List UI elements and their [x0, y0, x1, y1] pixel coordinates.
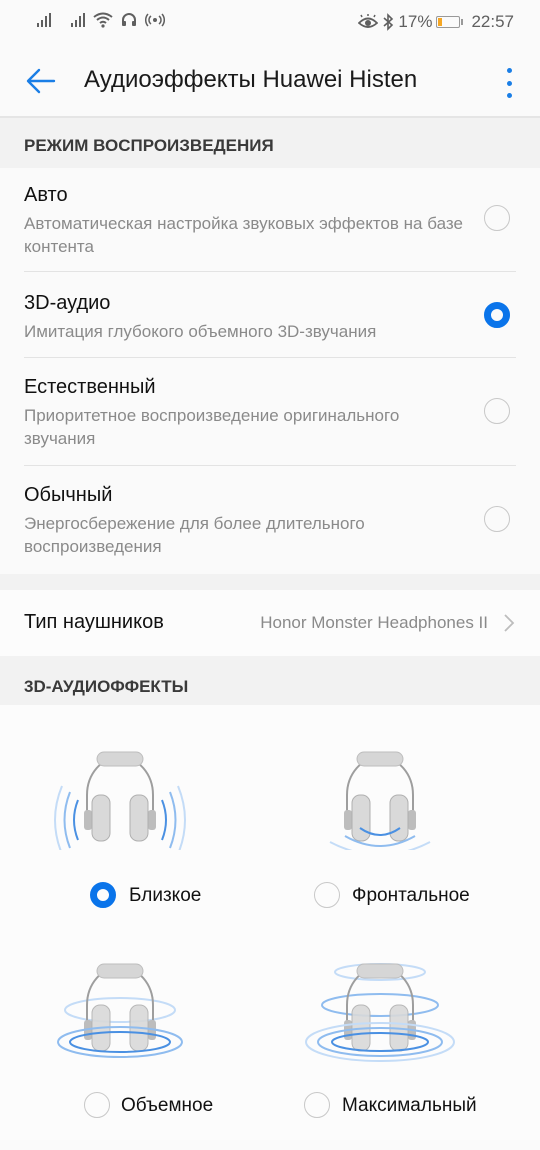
option-normal[interactable]: Обычный Энергосбережение для более длите… [0, 466, 540, 574]
page-title: Аудиоэффекты Huawei Histen [84, 66, 418, 93]
headphones-max-icon [305, 963, 455, 1062]
headphone-type-label: Тип наушников [24, 611, 164, 633]
option-title: Обычный [24, 484, 113, 506]
hotspot-icon [145, 13, 165, 27]
headphones-near-icon [54, 751, 186, 850]
section-header-3d-effects: 3D-АУДИОФФЕКТЫ [0, 656, 540, 705]
signal-icon [71, 13, 85, 27]
eye-comfort-icon [358, 14, 379, 28]
effect-near[interactable]: Близкое [40, 740, 260, 940]
effect-surround[interactable]: Объемное [40, 950, 260, 1150]
effects-grid: Близкое Фронтальное Объемное Максимальны… [0, 705, 540, 1140]
option-description: Энергосбережение для более длительного в… [24, 514, 365, 556]
section-header-playback-mode: РЕЖИМ ВОСПРОИЗВЕДЕНИЯ [0, 118, 540, 168]
option-title: Естественный [24, 376, 156, 398]
option-title: 3D-аудио [24, 292, 111, 314]
battery-fill [438, 18, 443, 26]
section-gap [0, 574, 540, 590]
option-description: Приоритетное воспроизведение оригинально… [24, 406, 400, 448]
radio-natural[interactable] [484, 398, 510, 424]
arrow-left-icon[interactable] [24, 64, 58, 98]
headphones-surround-icon [57, 963, 183, 1058]
option-natural[interactable]: Естественный Приоритетное воспроизведени… [0, 358, 540, 464]
radio-front[interactable] [314, 882, 340, 908]
radio-normal[interactable] [484, 506, 510, 532]
option-auto[interactable]: Авто Автоматическая настройка звуковых э… [0, 168, 540, 271]
effect-label: Максимальный [342, 1095, 477, 1116]
status-left [37, 12, 165, 28]
status-bar: 17% 22:57 [0, 0, 540, 46]
headphone-type-value: Honor Monster Headphones II [260, 613, 488, 632]
clock: 22:57 [471, 12, 514, 31]
headset-icon [122, 13, 136, 26]
headphone-type-row[interactable]: Тип наушников Honor Monster Headphones I… [0, 590, 540, 656]
option-description: Автоматическая настройка звуковых эффект… [24, 214, 463, 256]
chevron-right-icon [504, 614, 515, 632]
effect-label: Объемное [121, 1095, 214, 1116]
battery-percent: 17% [398, 12, 433, 31]
wifi-icon [93, 12, 113, 28]
option-description: Имитация глубокого объемного 3D-звучания [24, 322, 377, 341]
radio-maximum[interactable] [304, 1092, 330, 1118]
bluetooth-icon [383, 13, 394, 31]
radio-auto[interactable] [484, 205, 510, 231]
status-right: 17% 22:57 [358, 12, 514, 32]
option-3d-audio[interactable]: 3D-аудио Имитация глубокого объемного 3D… [0, 272, 540, 357]
battery-icon [436, 16, 461, 28]
effect-label: Близкое [129, 885, 202, 906]
battery-tip [461, 19, 464, 25]
radio-3d-audio[interactable] [484, 302, 510, 328]
radio-surround[interactable] [84, 1092, 110, 1118]
option-title: Авто [24, 184, 68, 206]
effect-maximum[interactable]: Максимальный [300, 950, 520, 1150]
headphones-front-icon [329, 751, 431, 850]
app-bar: Аудиоэффекты Huawei Histen [0, 46, 540, 118]
more-vertical-icon[interactable] [502, 68, 516, 98]
radio-near[interactable] [90, 882, 116, 908]
effect-label: Фронтальное [352, 885, 470, 906]
signal-icon [37, 13, 51, 27]
effect-front[interactable]: Фронтальное [300, 740, 520, 940]
